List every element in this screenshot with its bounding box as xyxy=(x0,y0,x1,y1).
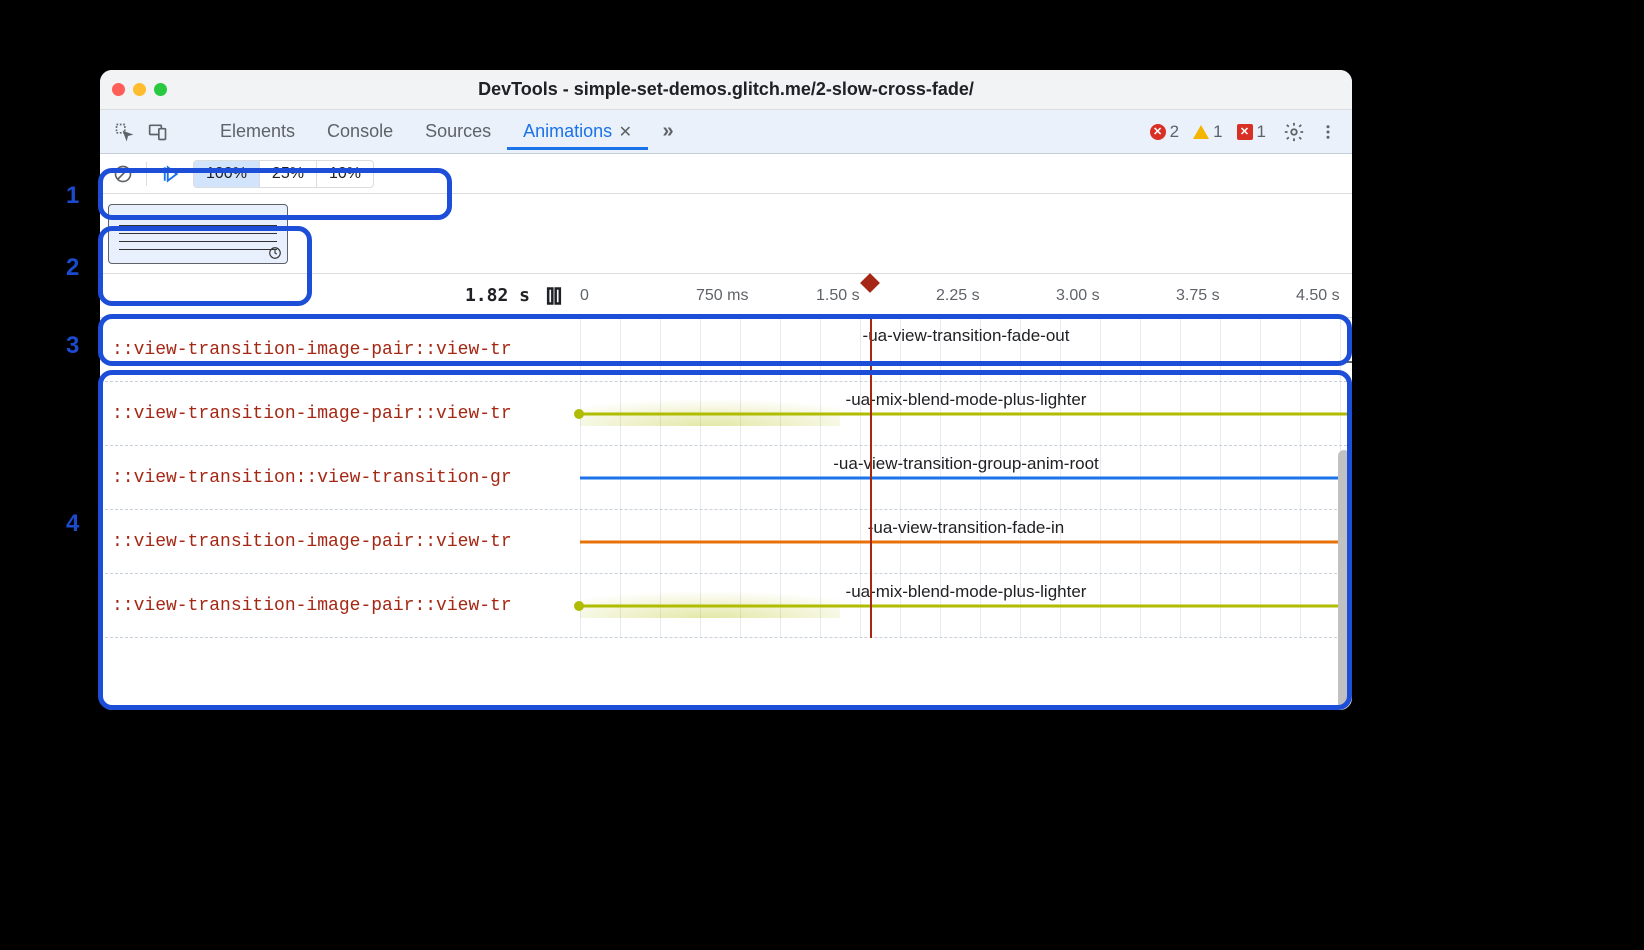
inspect-icon[interactable] xyxy=(110,118,138,146)
issues-count: 1 xyxy=(1257,122,1266,142)
track-row[interactable]: ::view-transition-image-pair::view-tr -ua… xyxy=(100,382,1352,446)
issues-counter[interactable]: ✕ 1 xyxy=(1237,122,1266,142)
animation-controls: 100%25%10% xyxy=(100,154,1352,194)
animation-group-thumbnail[interactable] xyxy=(108,204,288,264)
track-lane[interactable]: -ua-mix-blend-mode-plus-lighter xyxy=(580,382,1352,445)
clear-button[interactable] xyxy=(108,159,138,189)
animation-name-label: -ua-view-transition-group-anim-root xyxy=(833,454,1098,474)
animation-name-label: -ua-view-transition-fade-out xyxy=(863,326,1070,346)
animation-bar[interactable] xyxy=(580,361,1352,363)
speed-25[interactable]: 25% xyxy=(260,161,317,187)
tab-sources[interactable]: Sources xyxy=(409,113,507,150)
animation-name-label: -ua-mix-blend-mode-plus-lighter xyxy=(846,582,1087,602)
warning-icon xyxy=(1193,125,1209,139)
current-time-label: 1.82 s xyxy=(465,285,530,306)
vertical-scrollbar[interactable] xyxy=(1338,450,1350,710)
warning-counter[interactable]: 1 xyxy=(1193,122,1222,142)
animation-bar[interactable] xyxy=(580,412,1352,415)
track-lane[interactable]: -ua-view-transition-fade-out xyxy=(580,318,1352,381)
callout-4: 4 xyxy=(66,510,79,538)
tab-elements[interactable]: Elements xyxy=(204,113,311,150)
tab-console[interactable]: Console xyxy=(311,113,409,150)
tick-label: 2.25 s xyxy=(936,287,980,305)
tick-label: 1.50 s xyxy=(816,287,860,305)
speed-100[interactable]: 100% xyxy=(194,161,260,187)
animation-name-label: -ua-mix-blend-mode-plus-lighter xyxy=(846,390,1087,410)
track-element-label: ::view-transition-image-pair::view-tr xyxy=(100,404,580,424)
tick-label: 4.50 s xyxy=(1296,287,1340,305)
kebab-menu-icon[interactable] xyxy=(1314,118,1342,146)
issues-icon: ✕ xyxy=(1237,124,1253,140)
pause-all-icon[interactable] xyxy=(544,285,564,307)
tab-animations[interactable]: Animations ✕ xyxy=(507,113,648,150)
titlebar: DevTools - simple-set-demos.glitch.me/2-… xyxy=(100,70,1352,110)
track-element-label: ::view-transition::view-transition-gr xyxy=(100,468,580,488)
tick-label: 3.75 s xyxy=(1176,287,1220,305)
callout-1: 1 xyxy=(66,182,79,210)
more-tabs-icon[interactable]: » xyxy=(654,118,682,146)
keyframe-dot[interactable] xyxy=(574,409,584,419)
playback-speed-group: 100%25%10% xyxy=(193,160,374,188)
animation-buffer xyxy=(100,194,1352,274)
minimize-window-button[interactable] xyxy=(133,83,146,96)
animation-tracks: ::view-transition-image-pair::view-tr-ua… xyxy=(100,318,1352,638)
zoom-window-button[interactable] xyxy=(154,83,167,96)
playhead-marker[interactable] xyxy=(860,273,880,293)
window-title: DevTools - simple-set-demos.glitch.me/2-… xyxy=(192,79,1260,100)
track-row[interactable]: ::view-transition::view-transition-gr -ua… xyxy=(100,446,1352,510)
tick-label: 0 xyxy=(580,287,589,305)
timeline-ruler[interactable]: 1.82 s 0 750 ms 1.50 s 2.25 s 3.00 s 3.75 s 4.… xyxy=(100,274,1352,318)
track-element-label: ::view-transition-image-pair::view-tr xyxy=(100,532,580,552)
track-element-label: ::view-transition-image-pair::view-tr xyxy=(100,596,580,616)
animation-bar[interactable] xyxy=(580,604,1352,607)
settings-icon[interactable] xyxy=(1280,118,1308,146)
animation-name-label: -ua-view-transition-fade-in xyxy=(868,518,1065,538)
close-window-button[interactable] xyxy=(112,83,125,96)
track-lane[interactable]: -ua-mix-blend-mode-plus-lighter xyxy=(580,574,1352,637)
callout-2: 2 xyxy=(66,254,79,282)
track-row[interactable]: ::view-transition-image-pair::view-tr -ua… xyxy=(100,510,1352,574)
track-row[interactable]: ::view-transition-image-pair::view-tr -ua… xyxy=(100,574,1352,638)
track-element-label: ::view-transition-image-pair::view-tr xyxy=(100,340,580,360)
playhead-line[interactable] xyxy=(870,318,872,638)
keyframe-dot[interactable] xyxy=(574,601,584,611)
error-icon: ✕ xyxy=(1150,124,1166,140)
scrollbar-thumb[interactable] xyxy=(1338,450,1350,710)
window-controls xyxy=(112,83,192,96)
animation-bar[interactable] xyxy=(580,540,1352,543)
speed-10[interactable]: 10% xyxy=(317,161,373,187)
track-lane[interactable]: -ua-view-transition-fade-in xyxy=(580,510,1352,573)
animation-bar[interactable] xyxy=(580,476,1352,479)
error-counter[interactable]: ✕ 2 xyxy=(1150,122,1179,142)
close-tab-icon[interactable]: ✕ xyxy=(614,124,632,141)
track-row[interactable]: ::view-transition-image-pair::view-tr -ua… xyxy=(100,318,1352,382)
callout-3: 3 xyxy=(66,332,79,360)
devtools-window: DevTools - simple-set-demos.glitch.me/2-… xyxy=(100,70,1352,710)
clock-icon xyxy=(268,246,282,260)
tick-label: 750 ms xyxy=(696,287,748,305)
warning-count: 1 xyxy=(1213,122,1222,142)
play-pause-button[interactable] xyxy=(155,159,185,189)
error-count: 2 xyxy=(1170,122,1179,142)
device-icon[interactable] xyxy=(144,118,172,146)
main-tabbar: ElementsConsoleSourcesAnimations ✕ » ✕ 2… xyxy=(100,110,1352,154)
tick-label: 3.00 s xyxy=(1056,287,1100,305)
track-lane[interactable]: -ua-view-transition-group-anim-root xyxy=(580,446,1352,509)
